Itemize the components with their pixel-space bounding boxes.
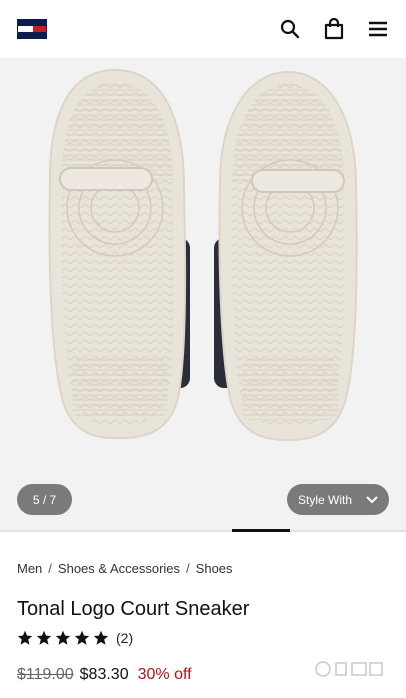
right-sole [218,70,358,442]
left-sole [48,68,187,440]
brand-logo[interactable] [17,19,47,39]
original-price: $119.00 [17,666,74,683]
product-image-gallery[interactable] [0,58,406,530]
price-row: $119.00 $83.30 30% off [17,666,192,684]
shopping-bag-icon[interactable] [323,18,345,40]
chevron-down-icon [366,493,378,507]
review-count[interactable]: (2) [116,630,133,646]
star-icon [74,630,90,645]
breadcrumb-separator: / [186,561,190,576]
gallery-progress-indicator [232,529,290,532]
breadcrumb: Men / Shoes & Accessories / Shoes [17,561,233,576]
site-header [0,0,406,58]
style-with-label: Style With [297,492,352,507]
star-icon [93,630,109,645]
image-counter: 5 / 7 [17,484,72,515]
gallery-progress-track [0,530,406,532]
breadcrumb-item-shoes-accessories[interactable]: Shoes & Accessories [58,561,180,576]
style-with-button[interactable]: Style With [287,484,389,515]
discount-badge: 30% off [137,666,192,683]
sale-price: $83.30 [79,666,129,683]
product-rating[interactable]: (2) [17,630,133,646]
star-icon [36,630,52,645]
star-icon [55,630,71,645]
breadcrumb-item-men[interactable]: Men [17,561,42,576]
product-title: Tonal Logo Court Sneaker [17,598,250,620]
star-icon [17,630,33,645]
breadcrumb-item-shoes[interactable]: Shoes [196,561,233,576]
menu-icon[interactable] [367,18,389,40]
header-actions [279,18,389,40]
search-icon[interactable] [279,18,301,40]
watermark-logo [314,660,384,678]
product-image-shoe-soles [48,68,358,442]
breadcrumb-separator: / [48,561,52,576]
